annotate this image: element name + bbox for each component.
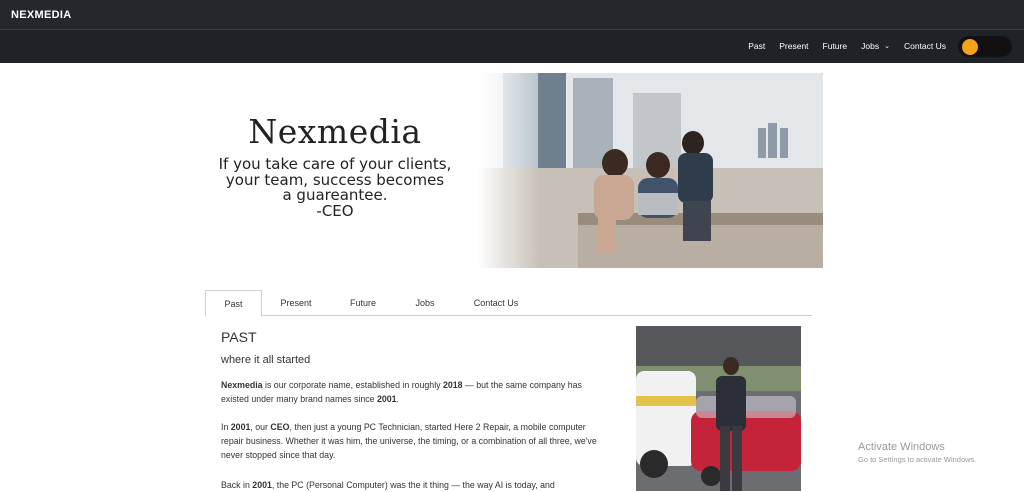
- tab-jobs[interactable]: Jobs: [405, 290, 445, 316]
- top-bar: NEXMEDIA: [0, 0, 1024, 30]
- chevron-down-icon: ⌄: [884, 43, 890, 50]
- paragraph: Nexmedia is our corporate name, establis…: [221, 378, 606, 406]
- section-tabs: Past Present Future Jobs Contact Us: [205, 290, 812, 317]
- hero-text: Nexmedia If you take care of your client…: [200, 112, 470, 219]
- toggle-knob: [962, 39, 978, 55]
- watermark-title: Activate Windows: [858, 441, 945, 453]
- nav-item-past[interactable]: Past: [748, 41, 765, 51]
- section-title: PAST: [221, 329, 257, 345]
- bold-text: Nexmedia: [221, 380, 263, 390]
- bold-text: 2001: [377, 394, 397, 404]
- main-navbar: Past Present Future Jobs ⌄ Contact Us: [0, 30, 1024, 63]
- ceo-photo: [636, 326, 801, 491]
- tab-contact[interactable]: Contact Us: [467, 290, 525, 316]
- paragraph: In 2001, our CEO, then just a young PC T…: [221, 420, 606, 462]
- bold-text: 2001: [230, 422, 251, 432]
- windows-activation-watermark: Activate Windows Go to Settings to activ…: [858, 441, 976, 464]
- nav-menu: Past Present Future Jobs ⌄ Contact Us: [734, 41, 946, 51]
- brand-logo[interactable]: NEXMEDIA: [11, 9, 71, 21]
- nav-item-jobs-label: Jobs: [861, 41, 880, 51]
- tab-future[interactable]: Future: [341, 290, 385, 316]
- paragraph-text: .: [396, 394, 400, 404]
- quote-author: -CEO: [316, 201, 354, 220]
- hero-image: [478, 73, 823, 268]
- nav-item-contact[interactable]: Contact Us: [904, 41, 946, 51]
- paragraph-text: , the PC (Personal Computer) was the it …: [271, 480, 555, 490]
- hero-title: Nexmedia: [248, 112, 422, 151]
- hero-quote: If you take care of your clients, your t…: [200, 156, 470, 220]
- paragraph: Back in 2001, the PC (Personal Computer)…: [221, 478, 555, 492]
- ceo-photo-illustration: [636, 326, 801, 491]
- section-subtitle: where it all started: [221, 354, 311, 366]
- tab-past[interactable]: Past: [205, 290, 262, 317]
- nav-item-future[interactable]: Future: [823, 41, 848, 51]
- bold-text: 2001: [252, 480, 272, 490]
- tab-present[interactable]: Present: [271, 290, 321, 316]
- paragraph-text: , our: [250, 422, 271, 432]
- nav-item-present[interactable]: Present: [779, 41, 808, 51]
- watermark-subtitle: Go to Settings to activate Windows.: [858, 455, 977, 464]
- nav-item-jobs[interactable]: Jobs ⌄: [861, 41, 890, 51]
- bold-text: CEO: [270, 422, 290, 432]
- paragraph-text: Back in: [221, 480, 253, 490]
- paragraph-text: is our corporate name, established in ro…: [262, 380, 443, 390]
- hero-photo-illustration: [478, 73, 823, 268]
- bold-text: 2018: [443, 380, 463, 390]
- past-section: PAST where it all started Nexmedia is ou…: [221, 329, 606, 490]
- paragraph-text: In: [221, 422, 231, 432]
